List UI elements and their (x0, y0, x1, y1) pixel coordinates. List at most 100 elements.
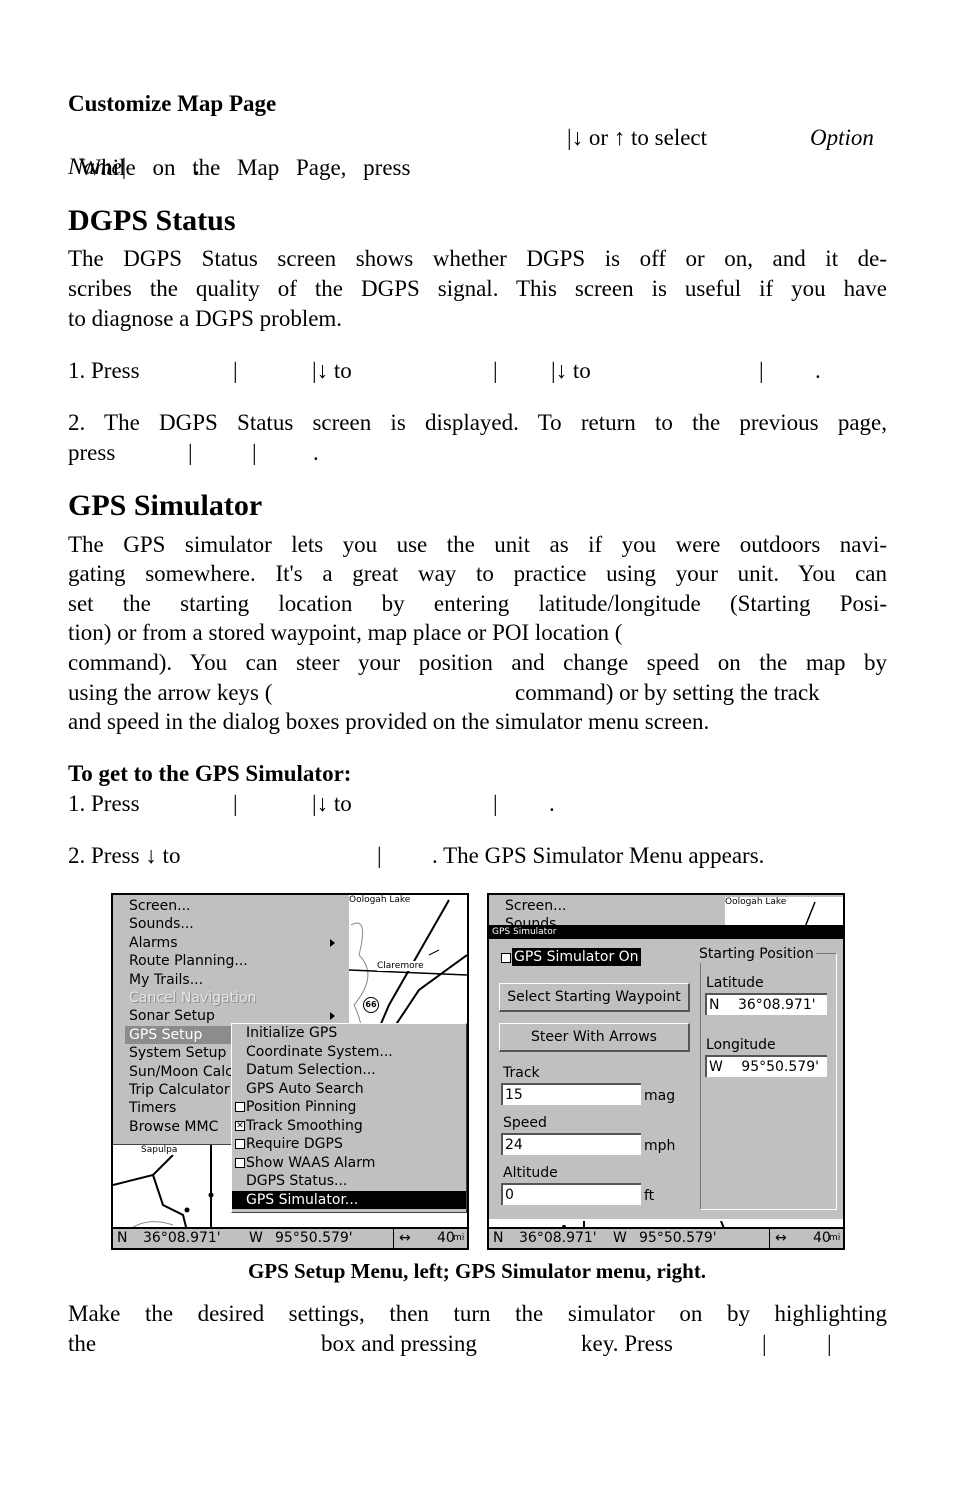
separator: | (188, 440, 193, 465)
menu-item[interactable]: Cancel Navigation (129, 989, 256, 1007)
altitude-field[interactable]: 0 (501, 1183, 641, 1205)
menu-item[interactable]: System Setup (129, 1044, 226, 1062)
submenu-item[interactable]: Datum Selection... (232, 1061, 466, 1079)
checkbox-checked-icon[interactable]: ✕ (235, 1120, 245, 1131)
gps-simulator-screen: Screen... Sounds... Oologah Lake GPS Sim… (487, 893, 845, 1250)
separator: | (762, 1331, 767, 1356)
menu-item[interactable]: Sounds... (129, 915, 194, 933)
menu-item[interactable]: Trip Calculator (129, 1081, 230, 1099)
dgps-step1-press: 1. Press (68, 358, 140, 383)
submenu-item[interactable]: GPS Auto Search (232, 1080, 466, 1098)
customize-heading: Customize Map Page (68, 91, 277, 116)
gps-setup-submenu: Initialize GPS Coordinate System... Datum … (231, 1023, 467, 1213)
sim-step2-rest: . The GPS Simulator Menu appears. (432, 843, 765, 868)
dgps-step1-to: |↓ to (551, 358, 591, 383)
gps-setup-screen: Oologah Lake Claremore 66 Sapulpa Screen… (111, 893, 469, 1250)
dgps-step2-press: press (68, 440, 116, 465)
map-label-city: Sapulpa (141, 1145, 178, 1155)
track-field[interactable]: 15 (501, 1083, 641, 1105)
submenu-item[interactable]: Position Pinning (232, 1098, 466, 1116)
customize-name-italic: Name (68, 154, 122, 179)
speed-field[interactable]: 24 (501, 1133, 641, 1155)
menu-item[interactable]: Sun/Moon Calc (129, 1063, 233, 1081)
longitude-readout: 95°50.579' (275, 1230, 353, 1246)
closing-line1: Make the desired settings, then turn the… (68, 1301, 887, 1326)
menu-item-label: Alarms (129, 934, 178, 951)
separator: | (252, 440, 257, 465)
divider (393, 1229, 394, 1248)
closing-key-press: key. Press (581, 1331, 673, 1356)
menu-item-label: System Setup (129, 1045, 227, 1062)
submenu-arrow-icon (330, 1012, 335, 1021)
sim-para-line6-a: using the arrow keys ( (68, 680, 273, 705)
bg-menu-item: Screen... (505, 898, 567, 914)
submenu-item[interactable]: Initialize GPS (232, 1024, 466, 1042)
submenu-item-label: Track Smoothing (246, 1117, 363, 1134)
customize-line2: Name| (68, 152, 126, 182)
route-shield-icon: 66 (363, 997, 379, 1013)
submenu-item-label: Require DGPS (246, 1136, 343, 1152)
map-label-lake: Oologah Lake (349, 895, 411, 905)
longitude-label: Longitude (706, 1037, 776, 1053)
menu-item-label: Sounds... (129, 916, 194, 933)
latitude-label: Latitude (706, 975, 764, 991)
sim-step1-to: |↓ to (312, 791, 352, 816)
menu-item-label: Route Planning... (129, 953, 248, 970)
latitude-value: 36°08.971' (737, 997, 816, 1013)
period: . (313, 440, 319, 465)
longitude-field[interactable]: W 95°50.579' (705, 1055, 827, 1077)
submenu-item-label: Position Pinning (246, 1099, 357, 1115)
latitude-readout: 36°08.971' (519, 1230, 597, 1246)
separator: | (493, 791, 498, 816)
sim-para-line: gating somewhere. It's a great way to pr… (68, 561, 887, 586)
longitude-value: 95°50.579' (741, 1059, 819, 1075)
separator: | (233, 791, 238, 816)
menu-item[interactable]: Screen... (129, 897, 190, 915)
sim-on-label[interactable]: GPS Simulator On (512, 948, 641, 966)
menu-item[interactable]: Alarms (129, 934, 341, 952)
status-bar: N 36°08.971' W 95°50.579' ↔ 40 mi (489, 1227, 843, 1248)
latitude-field[interactable]: N 36°08.971' (705, 993, 827, 1015)
menu-item[interactable]: Route Planning... (129, 952, 248, 970)
dgps-para-line: to diagnose a DGPS problem. (68, 306, 343, 331)
dgps-para-line: The DGPS Status screen shows whether DGP… (68, 246, 887, 271)
sim-step2-press: 2. Press ↓ to (68, 843, 181, 868)
menu-item-label: Screen... (129, 898, 191, 914)
menu-item-label: My Trails... (129, 971, 204, 988)
sim-para-line: and speed in the dialog boxes provided o… (68, 709, 710, 734)
submenu-item[interactable]: Coordinate System... (232, 1043, 466, 1061)
divider (769, 1229, 770, 1248)
speed-unit: mph (644, 1138, 676, 1154)
menu-item[interactable]: Browse MMC (129, 1118, 218, 1136)
menu-item-label: Cancel Navigation (129, 990, 257, 1006)
submenu-item-label: Datum Selection... (246, 1062, 376, 1078)
submenu-item[interactable]: GPS Simulator... (232, 1190, 466, 1209)
checkbox-unchecked-icon[interactable] (235, 1102, 245, 1112)
sim-on-checkbox[interactable] (501, 953, 511, 963)
customize-line1-b: |↓ or ↑ to select (567, 125, 708, 150)
lon-hemisphere: W (613, 1230, 627, 1246)
menu-item[interactable]: GPS Setup (125, 1025, 233, 1044)
longitude-readout: 95°50.579' (639, 1230, 717, 1246)
submenu-item[interactable]: ✕ Track Smoothing (232, 1117, 466, 1135)
simulator-heading: GPS Simulator (68, 489, 263, 522)
submenu-item[interactable]: Show WAAS Alarm (232, 1154, 466, 1172)
menu-item[interactable]: My Trails... (129, 971, 203, 989)
submenu-item[interactable]: Require DGPS (232, 1135, 466, 1153)
steer-with-arrows-button[interactable]: Steer With Arrows (499, 1023, 690, 1052)
checkbox-unchecked-icon[interactable] (235, 1139, 245, 1149)
submenu-item-label: Show WAAS Alarm (246, 1154, 376, 1171)
checkbox-unchecked-icon[interactable] (235, 1157, 245, 1168)
period: . (815, 358, 821, 383)
dgps-heading: DGPS Status (68, 204, 236, 237)
lat-hemisphere: N (117, 1230, 128, 1246)
altitude-unit: ft (644, 1188, 655, 1204)
menu-item[interactable]: Timers (129, 1099, 176, 1117)
submenu-item-label: GPS Auto Search (246, 1080, 364, 1097)
submenu-item[interactable]: DGPS Status... (232, 1172, 466, 1190)
select-starting-waypoint-button[interactable]: Select Starting Waypoint (499, 983, 690, 1012)
map-label-lake: Oologah Lake (725, 897, 787, 907)
period: . (549, 791, 555, 816)
separator: | (759, 358, 764, 383)
altitude-label: Altitude (503, 1165, 558, 1181)
